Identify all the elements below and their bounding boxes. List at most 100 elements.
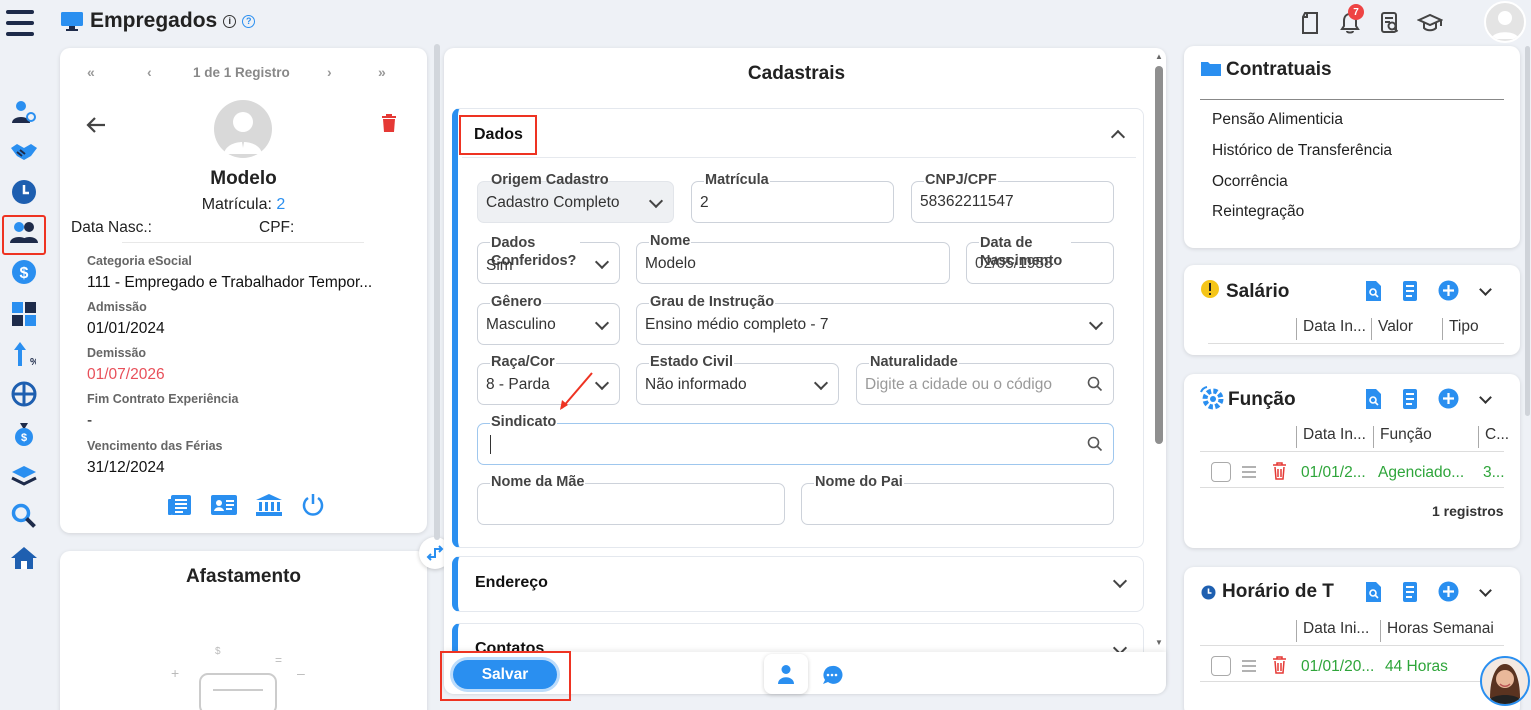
add-icon[interactable]: [1438, 280, 1459, 301]
origem-label: Origem Cadastro: [491, 172, 609, 188]
document-icon[interactable]: [1290, 6, 1330, 40]
drag-handle-icon[interactable]: [1242, 466, 1256, 478]
pager-first-button[interactable]: «: [87, 64, 95, 80]
hamburger-menu-icon[interactable]: [6, 9, 34, 39]
notifications-bell-icon[interactable]: 7: [1330, 4, 1370, 40]
sindicato-label: Sindicato: [490, 414, 558, 430]
chevron-down-icon: [594, 254, 610, 270]
fim-contrato-label: Fim Contrato Experiência: [87, 392, 239, 406]
money-bag-icon[interactable]: $: [6, 416, 42, 452]
genero-select[interactable]: Gênero Masculino: [477, 294, 620, 345]
dados-divider: [462, 157, 1136, 158]
employee-name: Modelo: [210, 168, 277, 189]
info-icon[interactable]: i: [223, 14, 237, 28]
table-row[interactable]: 01/01/20... 44 Horas: [1200, 650, 1504, 682]
history-list-icon[interactable]: [1401, 582, 1419, 602]
left-scrollbar[interactable]: [434, 44, 440, 540]
right-scrollbar[interactable]: [1525, 46, 1530, 416]
link-historico-transferencia[interactable]: Histórico de Transferência: [1212, 142, 1392, 160]
save-highlight: [440, 651, 571, 701]
left-rail: $ % $: [0, 46, 50, 710]
nome-mae-label: Nome da Mãe: [490, 474, 586, 490]
cnpj-cpf-field[interactable]: CNPJ/CPF 58362211547: [911, 172, 1114, 223]
svg-text:%: %: [30, 357, 36, 367]
search-icon[interactable]: [1087, 436, 1103, 452]
handshake-icon[interactable]: [6, 134, 42, 170]
cpf-label: CPF:: [259, 219, 295, 236]
dados-conferidos-value: Sim: [486, 257, 513, 274]
genero-label: Gênero: [490, 294, 543, 310]
grau-instrucao-select[interactable]: Grau de Instrução Ensino médio completo …: [636, 294, 1114, 345]
link-pensao-alimenticia[interactable]: Pensão Alimenticia: [1212, 111, 1343, 129]
afastamento-title: Afastamento: [185, 566, 302, 587]
row-checkbox[interactable]: [1211, 462, 1231, 482]
help-icon[interactable]: ?: [242, 14, 256, 28]
nome-label: Nome: [649, 233, 692, 249]
clock-icon[interactable]: [6, 174, 42, 210]
search-icon[interactable]: [6, 498, 42, 534]
search-icon[interactable]: [1087, 376, 1103, 392]
drag-handle-icon[interactable]: [1242, 660, 1256, 672]
center-scrollbar[interactable]: ▲ ▼: [1154, 52, 1164, 652]
nome-pai-field[interactable]: Nome do Pai: [801, 474, 1114, 525]
network-icon[interactable]: [6, 376, 42, 412]
matricula-label: Matrícula:: [201, 196, 272, 213]
layers-icon[interactable]: [6, 458, 42, 494]
naturalidade-input[interactable]: Naturalidade Digite a cidade ou o código: [856, 354, 1114, 405]
history-list-icon[interactable]: [1401, 281, 1419, 301]
pager-prev-button[interactable]: ‹: [147, 64, 152, 80]
funcao-records-count: 1 registros: [1432, 503, 1504, 519]
person-tab-icon[interactable]: [764, 654, 808, 694]
table-row[interactable]: 01/01/2... Agenciado... 3...: [1200, 456, 1505, 488]
link-reintegracao[interactable]: Reintegração: [1212, 203, 1304, 221]
delete-trash-icon[interactable]: [381, 114, 397, 137]
back-arrow-icon[interactable]: [86, 116, 106, 139]
add-icon[interactable]: [1438, 388, 1459, 409]
salario-title: Salário: [1226, 281, 1290, 302]
report-search-icon[interactable]: [1364, 582, 1382, 602]
upload-percent-icon[interactable]: %: [6, 336, 42, 372]
pager-next-button[interactable]: ›: [327, 64, 332, 80]
assistant-avatar[interactable]: [1480, 656, 1530, 706]
data-nascimento-field[interactable]: Data de Nascimento 02/05/1958: [966, 234, 1114, 284]
pager-last-button[interactable]: »: [378, 64, 386, 80]
calculator-icon[interactable]: [6, 296, 42, 332]
nome-pai-label: Nome do Pai: [814, 474, 904, 490]
chat-tab-icon[interactable]: [821, 664, 843, 691]
cadastrais-title: Cadastrais: [747, 63, 846, 84]
bank-icon[interactable]: [256, 494, 282, 521]
endereco-section-title[interactable]: Endereço: [475, 574, 548, 592]
funcao-row-date: 01/01/2...: [1301, 464, 1366, 481]
report-search-icon[interactable]: [1364, 281, 1382, 301]
dollar-icon[interactable]: $: [6, 254, 42, 290]
home-icon[interactable]: [6, 540, 42, 576]
estado-civil-label: Estado Civil: [649, 354, 734, 370]
admissao-value: 01/01/2024: [87, 320, 165, 337]
power-icon[interactable]: [301, 493, 325, 522]
newspaper-icon[interactable]: [168, 494, 192, 521]
employee-avatar: [214, 100, 272, 158]
user-avatar[interactable]: [1484, 1, 1526, 43]
dados-conferidos-select[interactable]: Dados Conferidos? Sim: [477, 234, 620, 284]
id-card-icon[interactable]: [211, 494, 237, 521]
delete-trash-icon[interactable]: [1272, 656, 1287, 674]
report-search-icon[interactable]: [1364, 389, 1382, 409]
estado-civil-select[interactable]: Estado Civil Não informado: [636, 354, 839, 405]
row-checkbox[interactable]: [1211, 656, 1231, 676]
nome-mae-field[interactable]: Nome da Mãe: [477, 474, 785, 525]
history-list-icon[interactable]: [1401, 389, 1419, 409]
active-rail-highlight: [2, 215, 46, 255]
endereco-section[interactable]: [452, 556, 1144, 612]
graduation-cap-icon[interactable]: [1410, 6, 1450, 40]
matricula-field[interactable]: Matrícula 2: [691, 172, 894, 223]
delete-trash-icon[interactable]: [1272, 462, 1287, 480]
admissao-label: Admissão: [87, 300, 147, 314]
link-ocorrencia[interactable]: Ocorrência: [1212, 173, 1288, 191]
sindicato-input[interactable]: Sindicato: [477, 414, 1114, 465]
add-icon[interactable]: [1438, 581, 1459, 602]
nome-field[interactable]: Nome Modelo: [636, 233, 950, 284]
notifications-badge: 7: [1348, 4, 1364, 20]
user-settings-icon[interactable]: [6, 94, 42, 130]
raca-cor-select[interactable]: Raça/Cor 8 - Parda: [477, 354, 620, 405]
report-search-icon[interactable]: [1370, 6, 1410, 40]
